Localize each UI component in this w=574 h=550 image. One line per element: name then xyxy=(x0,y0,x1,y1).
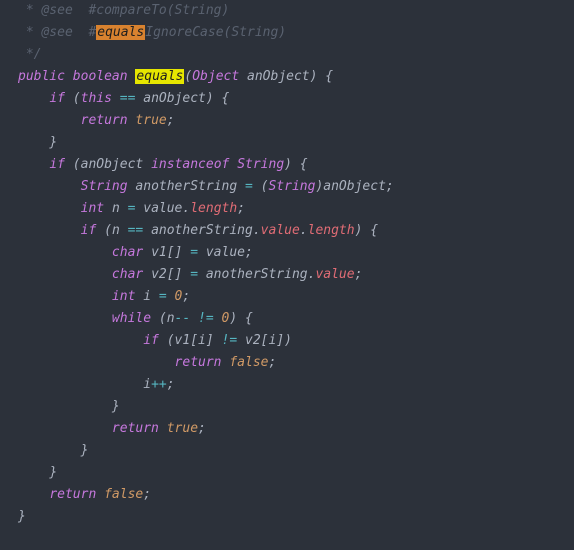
code-line: } xyxy=(18,443,88,458)
code-line: String anotherString = (String)anObject; xyxy=(18,179,394,194)
code-line: if (this == anObject) { xyxy=(18,91,229,106)
code-line: return true; xyxy=(18,113,175,128)
code-editor[interactable]: * @see #compareTo(String) * @see #equals… xyxy=(0,0,574,528)
code-line: } xyxy=(18,465,57,480)
code-line: char v2[] = anotherString.value; xyxy=(18,267,362,282)
code-line: while (n-- != 0) { xyxy=(18,311,253,326)
comment-line: * @see #compareTo(String) xyxy=(18,3,229,18)
code-line: return true; xyxy=(18,421,206,436)
code-line: if (anObject instanceof String) { xyxy=(18,157,308,172)
code-line: return false; xyxy=(18,355,276,370)
code-line: char v1[] = value; xyxy=(18,245,253,260)
code-line: int n = value.length; xyxy=(18,201,245,216)
code-line: } xyxy=(18,135,57,150)
code-line: return false; xyxy=(18,487,151,502)
code-line: if (n == anotherString.value.length) { xyxy=(18,223,378,238)
comment-line: */ xyxy=(18,47,41,62)
code-line: } xyxy=(18,399,120,414)
comment-line: * @see #equalsIgnoreCase(String) xyxy=(18,25,286,40)
code-line: i++; xyxy=(18,377,175,392)
code-line: int i = 0; xyxy=(18,289,190,304)
code-line: public boolean equals(Object anObject) { xyxy=(18,69,333,84)
code-line: if (v1[i] != v2[i]) xyxy=(18,333,292,348)
search-match-current: equals xyxy=(135,69,184,84)
search-match: equals xyxy=(96,25,145,40)
code-line: } xyxy=(18,509,26,524)
